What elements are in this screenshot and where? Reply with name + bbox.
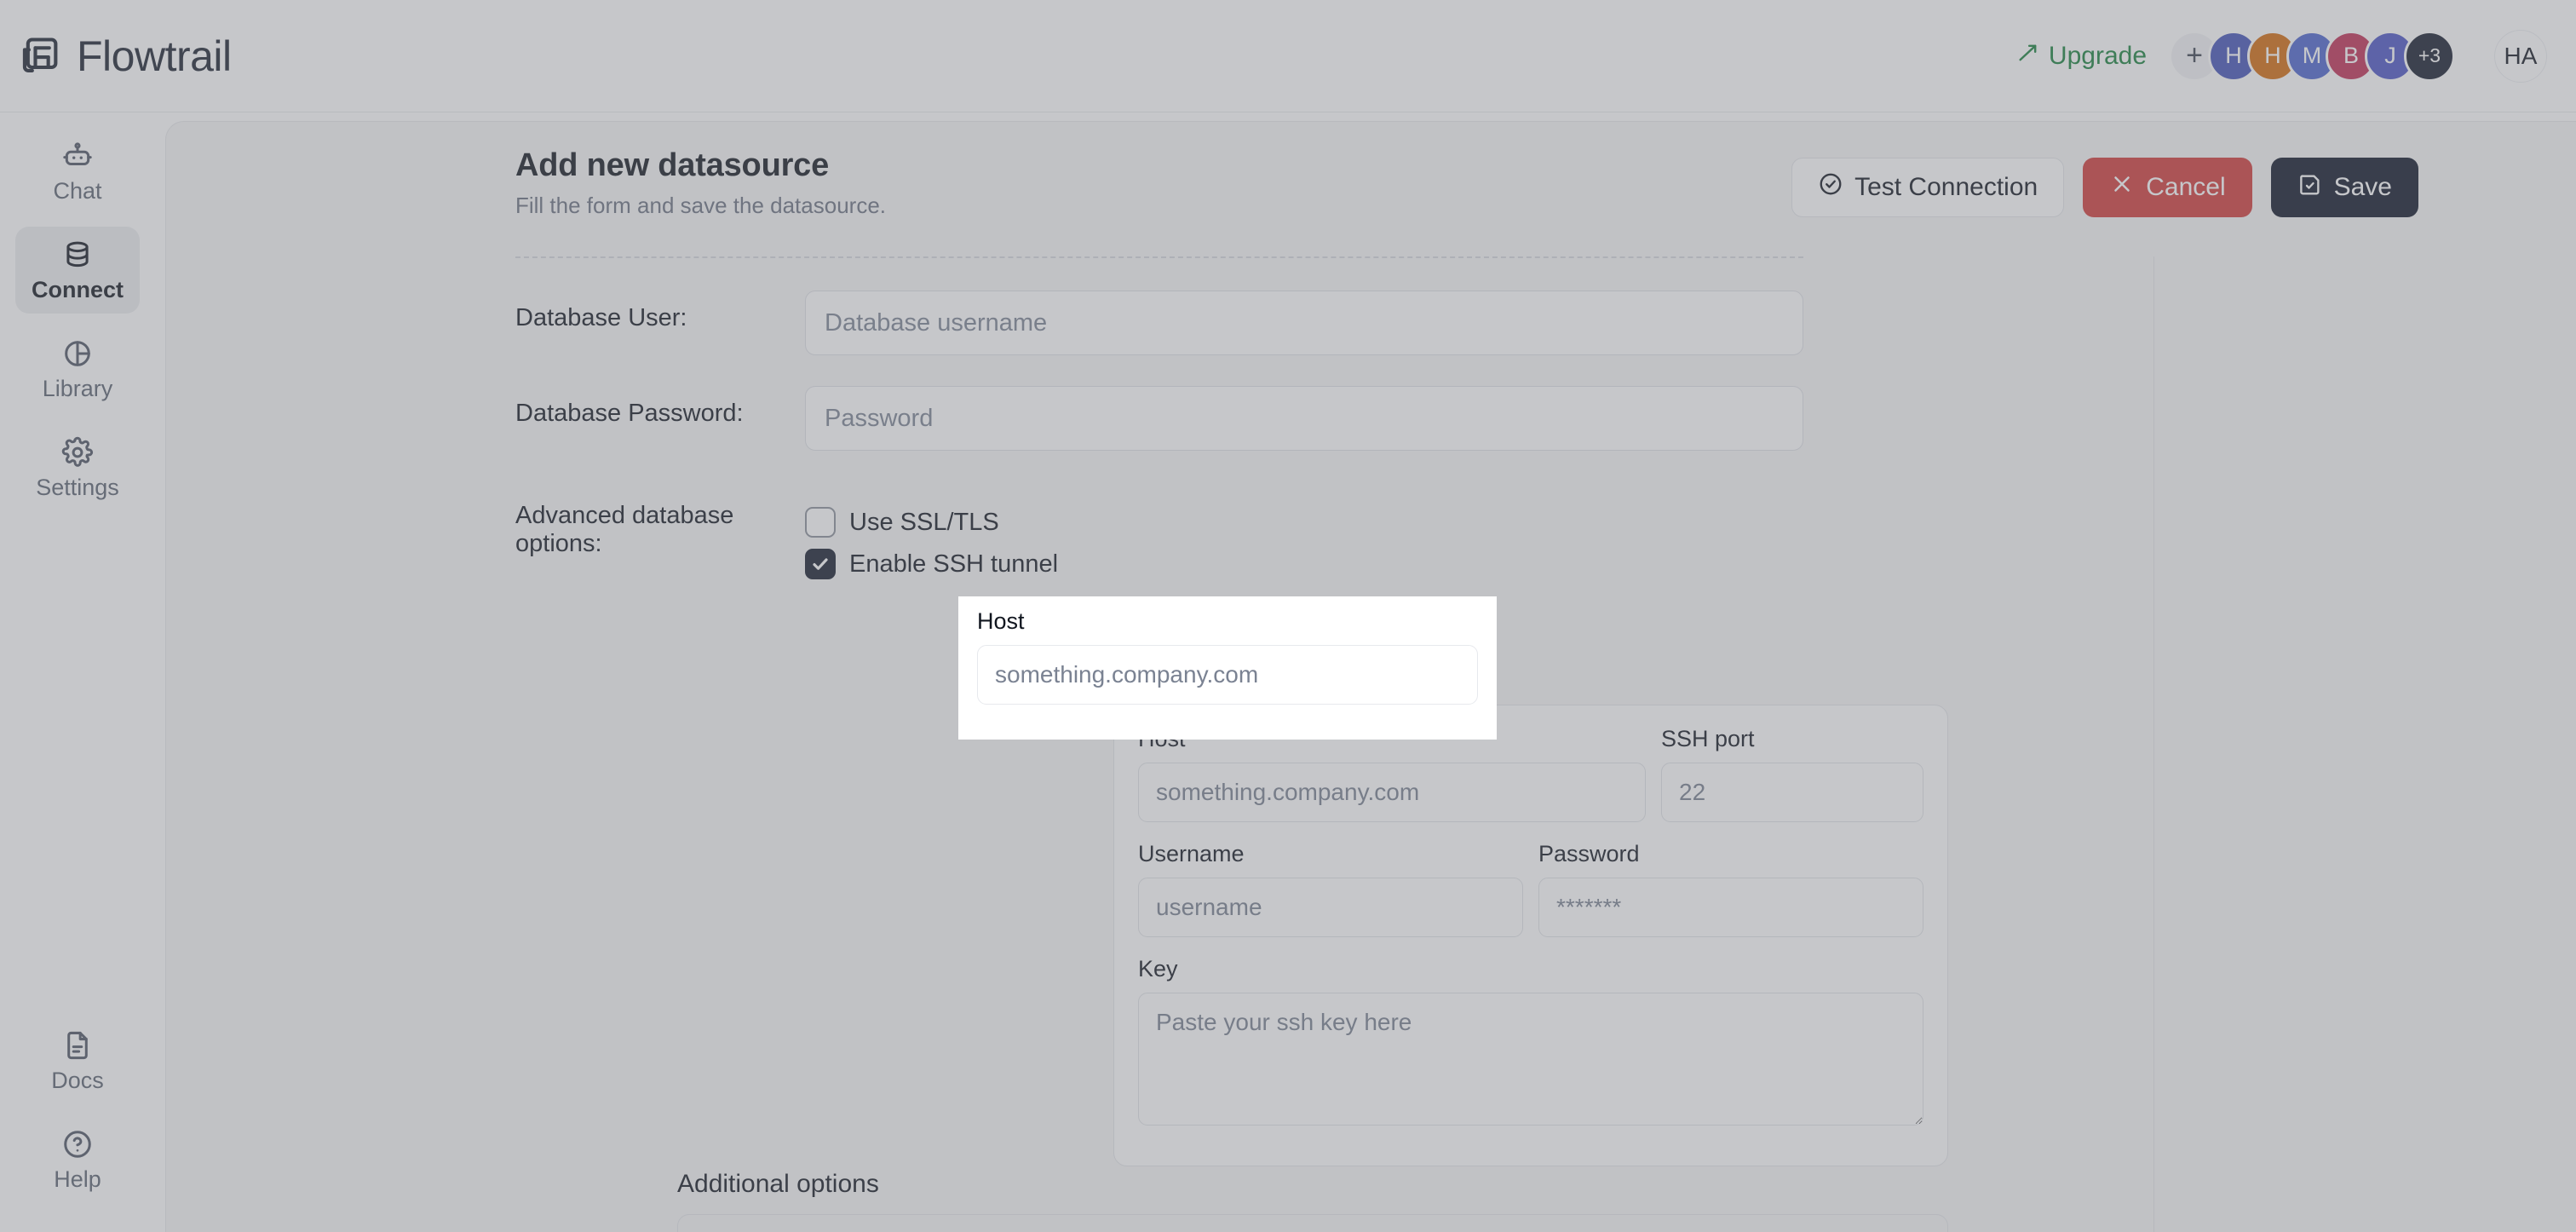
page-title: Add new datasource bbox=[515, 147, 830, 183]
ssh-key-label: Key bbox=[1138, 956, 1178, 982]
sidebar-item-label: Help bbox=[54, 1166, 101, 1192]
checkbox-use-ssl-tls[interactable]: Use SSL/TLS bbox=[805, 507, 1803, 538]
sidebar-item-settings[interactable]: Settings bbox=[15, 424, 140, 511]
ssh-port-input[interactable] bbox=[1661, 763, 1923, 822]
database-user-control bbox=[805, 291, 1803, 355]
gear-icon bbox=[61, 436, 94, 469]
ssh-host-input[interactable] bbox=[1138, 763, 1646, 822]
database-password-control bbox=[805, 386, 1803, 451]
page-actions: Test Connection Cancel Save bbox=[1791, 147, 2418, 217]
checkbox-enable-ssh-tunnel[interactable]: Enable SSH tunnel bbox=[805, 549, 1803, 579]
field-row-advanced-options: Advanced database options: Use SSL/TLS E… bbox=[515, 502, 1803, 579]
sidebar: Chat Connect Library Settings Docs Help bbox=[0, 112, 155, 1232]
database-user-label: Database User: bbox=[515, 304, 687, 331]
save-label: Save bbox=[2333, 173, 2392, 201]
x-icon bbox=[2109, 171, 2135, 204]
ssh-host-port-row: Host SSH port bbox=[1138, 726, 1923, 822]
checkbox-label: Use SSL/TLS bbox=[849, 508, 999, 536]
database-user-input[interactable] bbox=[805, 291, 1803, 355]
ssh-key-field: Key bbox=[1138, 956, 1923, 1130]
save-button[interactable]: Save bbox=[2270, 158, 2418, 217]
sidebar-item-label: Connect bbox=[32, 277, 124, 302]
sidebar-item-help[interactable]: Help bbox=[15, 1116, 140, 1203]
ssh-username-input[interactable] bbox=[1138, 878, 1523, 937]
top-header: Flowtrail Upgrade + H H M B J +3 HA bbox=[0, 0, 2576, 112]
current-user-avatar[interactable]: HA bbox=[2494, 29, 2547, 83]
database-password-input[interactable] bbox=[805, 386, 1803, 451]
advanced-options-label: Advanced database options: bbox=[515, 502, 734, 557]
form-section-divider bbox=[515, 256, 1803, 258]
sidebar-item-label: Settings bbox=[36, 475, 119, 500]
bot-icon bbox=[61, 140, 94, 172]
advanced-options-checkbox-group: Use SSL/TLS Enable SSH tunnel bbox=[805, 502, 1803, 579]
brand-name: Flowtrail bbox=[77, 32, 232, 80]
page-subtitle: Fill the form and save the datasource. bbox=[515, 193, 887, 218]
file-text-icon bbox=[61, 1029, 94, 1062]
additional-options-box: No options added bbox=[677, 1214, 1948, 1232]
popover-host-label: Host bbox=[977, 608, 1025, 634]
field-row-database-password: Database Password: bbox=[515, 386, 1803, 451]
field-row-database-user: Database User: bbox=[515, 291, 1803, 355]
ssh-tunnel-panel: Host SSH port Username Password Key bbox=[1113, 705, 1948, 1166]
ssh-username-field: Username bbox=[1138, 841, 1523, 937]
popover-host-input[interactable] bbox=[977, 645, 1478, 705]
page-heading-block: Add new datasource Fill the form and sav… bbox=[515, 147, 886, 219]
page-header: Add new datasource Fill the form and sav… bbox=[166, 122, 2576, 256]
sidebar-item-docs[interactable]: Docs bbox=[15, 1017, 140, 1104]
sidebar-item-label: Library bbox=[42, 376, 113, 401]
host-field-popover: Host bbox=[958, 596, 1497, 740]
ssh-password-label: Password bbox=[1538, 841, 1640, 866]
checkbox-box[interactable] bbox=[805, 507, 836, 538]
ssh-host-field: Host bbox=[1138, 726, 1646, 822]
checkbox-box[interactable] bbox=[805, 549, 836, 579]
question-circle-icon bbox=[61, 1128, 94, 1160]
avatar-overflow-count[interactable]: +3 bbox=[2404, 30, 2455, 82]
ssh-port-field: SSH port bbox=[1661, 726, 1923, 822]
check-circle-icon bbox=[1818, 171, 1843, 204]
ssh-port-label: SSH port bbox=[1661, 726, 1755, 751]
advanced-options-control: Use SSL/TLS Enable SSH tunnel bbox=[805, 502, 1803, 579]
database-password-label: Database Password: bbox=[515, 400, 744, 427]
chart-pie-icon bbox=[61, 337, 94, 370]
database-icon bbox=[61, 239, 94, 271]
save-icon bbox=[2297, 171, 2323, 204]
cancel-button[interactable]: Cancel bbox=[2083, 158, 2252, 217]
test-connection-button[interactable]: Test Connection bbox=[1791, 158, 2065, 217]
sidebar-item-chat[interactable]: Chat bbox=[15, 128, 140, 215]
ssh-credentials-row: Username Password bbox=[1138, 841, 1923, 937]
ssh-username-label: Username bbox=[1138, 841, 1245, 866]
sidebar-item-label: Chat bbox=[53, 178, 102, 204]
sidebar-item-label: Docs bbox=[51, 1068, 104, 1093]
additional-options-title: Additional options bbox=[677, 1170, 879, 1198]
flowtrail-logo-icon bbox=[19, 34, 63, 78]
test-connection-label: Test Connection bbox=[1854, 173, 2038, 201]
upgrade-label: Upgrade bbox=[2048, 41, 2147, 70]
brand[interactable]: Flowtrail bbox=[19, 32, 232, 81]
header-right: Upgrade + H H M B J +3 HA bbox=[2016, 29, 2547, 83]
sidebar-item-connect[interactable]: Connect bbox=[15, 227, 140, 314]
ssh-password-field: Password bbox=[1538, 841, 1923, 937]
avatar-stack: + H H M B J +3 bbox=[2169, 30, 2455, 82]
upgrade-button[interactable]: Upgrade bbox=[2016, 41, 2147, 72]
checkbox-label: Enable SSH tunnel bbox=[849, 550, 1059, 578]
ssh-key-textarea[interactable] bbox=[1138, 993, 1923, 1125]
trending-up-icon bbox=[2016, 41, 2040, 72]
cancel-label: Cancel bbox=[2146, 173, 2226, 201]
sidebar-item-library[interactable]: Library bbox=[15, 325, 140, 412]
ssh-password-input[interactable] bbox=[1538, 878, 1923, 937]
